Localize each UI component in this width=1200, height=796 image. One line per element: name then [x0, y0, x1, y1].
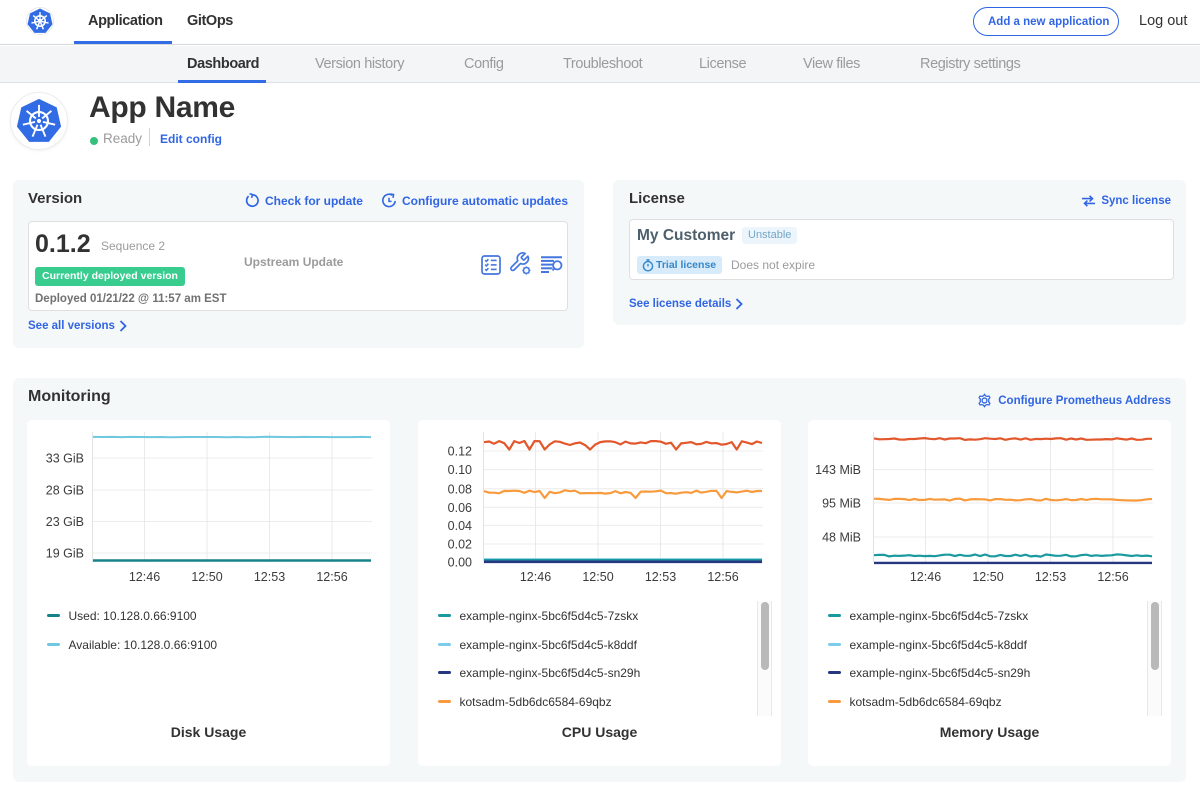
- svg-text:12:53: 12:53: [1035, 570, 1066, 584]
- svg-text:0.04: 0.04: [448, 519, 472, 533]
- svg-text:12:53: 12:53: [645, 570, 676, 584]
- svg-text:12:56: 12:56: [707, 570, 738, 584]
- svg-text:0.02: 0.02: [448, 538, 472, 552]
- svg-text:12:46: 12:46: [129, 570, 160, 584]
- svg-text:95 MiB: 95 MiB: [822, 497, 861, 511]
- svg-text:12:56: 12:56: [1097, 570, 1128, 584]
- svg-text:12:46: 12:46: [910, 570, 941, 584]
- svg-text:19 GiB: 19 GiB: [46, 547, 84, 561]
- svg-text:12:50: 12:50: [191, 570, 222, 584]
- svg-text:0.08: 0.08: [448, 482, 472, 496]
- svg-text:23 GiB: 23 GiB: [46, 515, 84, 529]
- svg-text:0.06: 0.06: [448, 501, 472, 515]
- svg-text:12:50: 12:50: [972, 570, 1003, 584]
- svg-text:0.12: 0.12: [448, 445, 472, 459]
- svg-text:33 GiB: 33 GiB: [46, 452, 84, 466]
- svg-text:12:56: 12:56: [316, 570, 347, 584]
- svg-text:28 GiB: 28 GiB: [46, 484, 84, 498]
- svg-text:48 MiB: 48 MiB: [822, 531, 861, 545]
- svg-text:12:50: 12:50: [582, 570, 613, 584]
- svg-text:12:46: 12:46: [520, 570, 551, 584]
- svg-text:0.00: 0.00: [448, 556, 472, 570]
- svg-text:12:53: 12:53: [254, 570, 285, 584]
- svg-text:0.10: 0.10: [448, 463, 472, 477]
- svg-text:143 MiB: 143 MiB: [815, 463, 861, 477]
